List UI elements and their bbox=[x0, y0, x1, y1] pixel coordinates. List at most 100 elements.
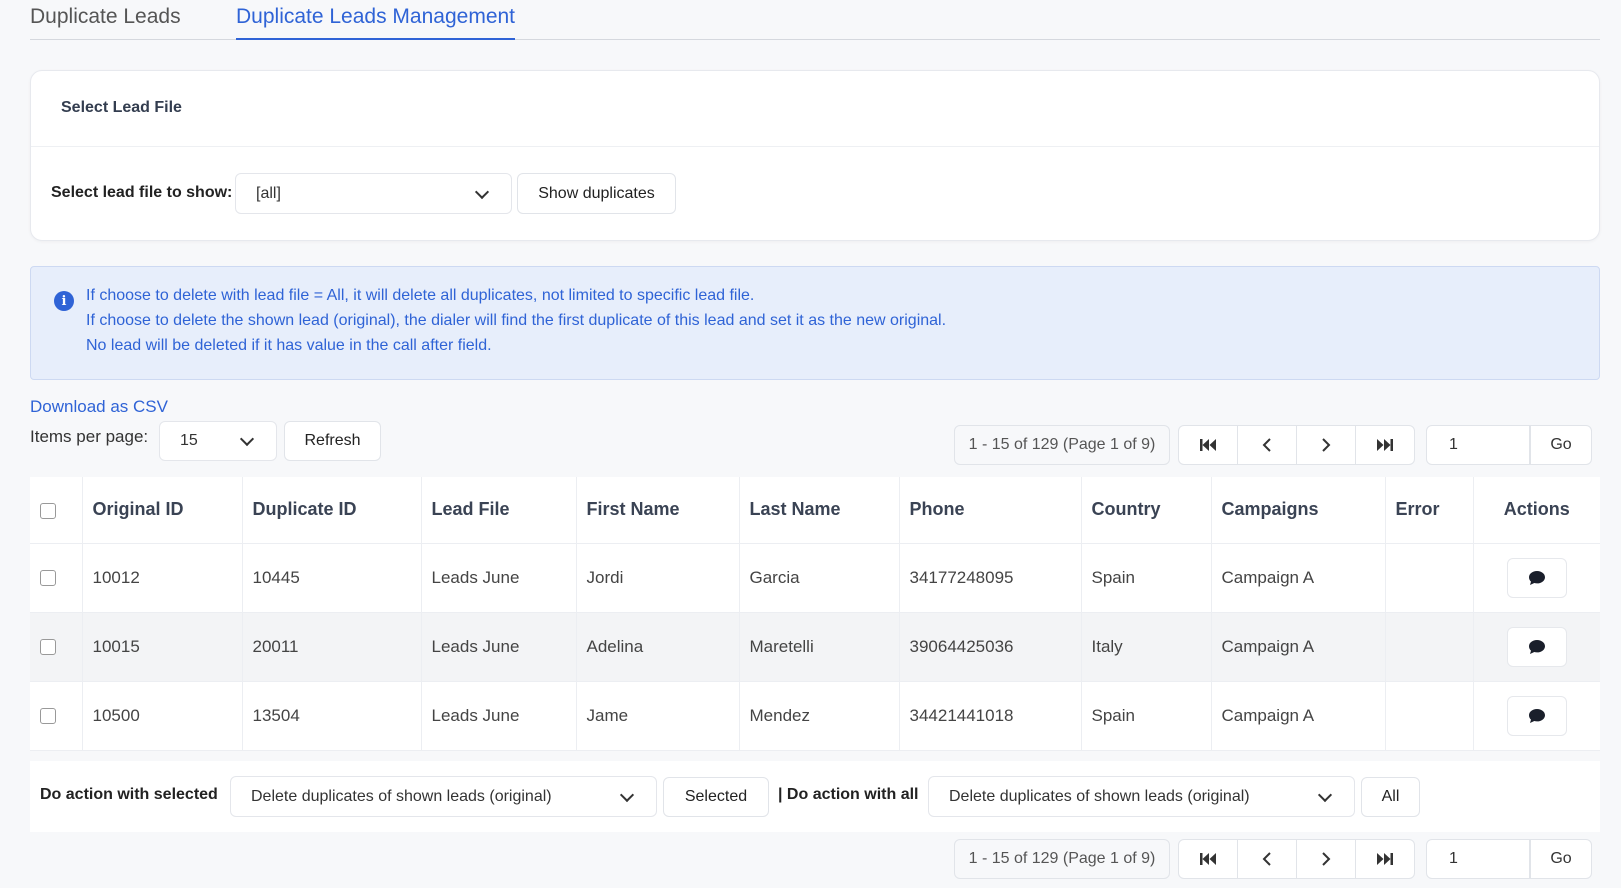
go-button[interactable]: Go bbox=[1530, 425, 1592, 465]
col-last-name[interactable]: Last Name bbox=[739, 477, 900, 544]
info-alert: i If choose to delete with lead file = A… bbox=[30, 266, 1600, 380]
cell-last-name: Garcia bbox=[739, 543, 900, 613]
action-all-select[interactable]: Delete duplicates of shown leads (origin… bbox=[928, 776, 1355, 817]
lead-file-label: Select lead file to show: bbox=[51, 184, 233, 201]
card-title: Select Lead File bbox=[31, 71, 1599, 147]
chevron-right-icon bbox=[1322, 438, 1331, 452]
select-all-checkbox[interactable] bbox=[40, 502, 56, 519]
last-page-button[interactable] bbox=[1355, 425, 1415, 465]
col-country[interactable]: Country bbox=[1081, 477, 1212, 544]
cell-duplicate-id: 13504 bbox=[242, 681, 422, 751]
prev-page-button-bottom[interactable] bbox=[1237, 839, 1297, 879]
refresh-button[interactable]: Refresh bbox=[284, 421, 381, 461]
tab-duplicate-leads[interactable]: Duplicate Leads bbox=[30, 5, 181, 38]
col-lead-file[interactable]: Lead File bbox=[421, 477, 577, 544]
cell-phone: 34421441018 bbox=[899, 681, 1082, 751]
col-campaigns[interactable]: Campaigns bbox=[1211, 477, 1386, 544]
chevron-left-icon bbox=[1262, 438, 1271, 452]
download-csv-link[interactable]: Download as CSV bbox=[30, 397, 168, 417]
col-phone[interactable]: Phone bbox=[899, 477, 1082, 544]
tab-bar: Duplicate Leads Duplicate Leads Manageme… bbox=[30, 0, 1600, 40]
chevron-down-icon bbox=[474, 184, 490, 199]
row-checkbox[interactable] bbox=[40, 570, 56, 587]
lead-file-select[interactable]: [all] bbox=[235, 173, 512, 214]
first-page-icon bbox=[1200, 439, 1216, 451]
comment-button[interactable] bbox=[1506, 557, 1567, 598]
chevron-left-icon bbox=[1262, 852, 1271, 866]
table-row: 10500 13504 Leads June Jame Mendez 34421… bbox=[30, 681, 1600, 751]
comment-button[interactable] bbox=[1506, 626, 1567, 667]
col-first-name[interactable]: First Name bbox=[576, 477, 740, 544]
tab-duplicate-leads-management[interactable]: Duplicate Leads Management bbox=[236, 5, 516, 40]
chevron-right-icon bbox=[1322, 852, 1331, 866]
chevron-down-icon bbox=[239, 431, 255, 447]
chat-bubble-icon bbox=[1528, 708, 1545, 723]
first-page-icon bbox=[1200, 853, 1216, 865]
next-page-button-bottom[interactable] bbox=[1296, 839, 1356, 879]
table-row: 10015 20011 Leads June Adelina Maretelli… bbox=[30, 612, 1600, 682]
cell-phone: 39064425036 bbox=[899, 612, 1082, 682]
cell-error bbox=[1385, 681, 1474, 751]
cell-last-name: Maretelli bbox=[739, 612, 900, 682]
col-error[interactable]: Error bbox=[1385, 477, 1474, 544]
col-duplicate-id[interactable]: Duplicate ID bbox=[242, 477, 422, 544]
comment-button[interactable] bbox=[1506, 695, 1567, 736]
chevron-down-icon bbox=[619, 787, 635, 802]
col-original-id[interactable]: Original ID bbox=[82, 477, 243, 544]
apply-selected-button[interactable]: Selected bbox=[663, 777, 769, 817]
row-checkbox[interactable] bbox=[40, 639, 56, 656]
info-line-1: If choose to delete with lead file = All… bbox=[86, 287, 755, 304]
cell-error bbox=[1385, 612, 1474, 682]
apply-all-button[interactable]: All bbox=[1361, 777, 1420, 817]
action-selected-value: Delete duplicates of shown leads (origin… bbox=[251, 787, 552, 805]
table-header-row: Original ID Duplicate ID Lead File First… bbox=[30, 477, 1600, 544]
page-number-input-bottom[interactable] bbox=[1426, 839, 1530, 879]
page-number-input[interactable] bbox=[1426, 425, 1530, 465]
cell-lead-file: Leads June bbox=[421, 681, 577, 751]
info-icon: i bbox=[54, 291, 74, 311]
go-button-bottom[interactable]: Go bbox=[1530, 839, 1592, 879]
cell-lead-file: Leads June bbox=[421, 612, 577, 682]
cell-country: Spain bbox=[1081, 681, 1212, 751]
first-page-button-bottom[interactable] bbox=[1178, 839, 1238, 879]
cell-first-name: Jame bbox=[576, 681, 740, 751]
items-per-page-select[interactable]: 15 bbox=[159, 421, 277, 461]
cell-original-id: 10500 bbox=[82, 681, 243, 751]
chat-bubble-icon bbox=[1528, 639, 1545, 654]
select-all-cell bbox=[30, 477, 83, 544]
select-lead-file-card: Select Lead File Select lead file to sho… bbox=[30, 70, 1600, 241]
cell-campaigns: Campaign A bbox=[1211, 543, 1386, 613]
last-page-icon bbox=[1377, 853, 1393, 865]
chevron-down-icon bbox=[1317, 787, 1333, 802]
items-per-page-label: Items per page: bbox=[30, 427, 149, 446]
row-checkbox[interactable] bbox=[40, 708, 56, 725]
lead-file-selected-value: [all] bbox=[256, 184, 281, 202]
pager-summary-bottom: 1 - 15 of 129 (Page 1 of 9) bbox=[954, 839, 1170, 879]
action-selected-select[interactable]: Delete duplicates of shown leads (origin… bbox=[230, 776, 657, 817]
last-page-button-bottom[interactable] bbox=[1355, 839, 1415, 879]
prev-page-button[interactable] bbox=[1237, 425, 1297, 465]
cell-country: Italy bbox=[1081, 612, 1212, 682]
table-row: 10012 10445 Leads June Jordi Garcia 3417… bbox=[30, 543, 1600, 613]
cell-duplicate-id: 20011 bbox=[242, 612, 422, 682]
action-selected-label: Do action with selected bbox=[40, 786, 218, 803]
action-all-value: Delete duplicates of shown leads (origin… bbox=[949, 787, 1250, 805]
next-page-button[interactable] bbox=[1296, 425, 1356, 465]
cell-phone: 34177248095 bbox=[899, 543, 1082, 613]
cell-country: Spain bbox=[1081, 543, 1212, 613]
cell-campaigns: Campaign A bbox=[1211, 681, 1386, 751]
cell-error bbox=[1385, 543, 1474, 613]
pager-summary: 1 - 15 of 129 (Page 1 of 9) bbox=[954, 425, 1170, 465]
bulk-action-bar: Do action with selected Delete duplicate… bbox=[30, 761, 1600, 832]
cell-last-name: Mendez bbox=[739, 681, 900, 751]
cell-first-name: Jordi bbox=[576, 543, 740, 613]
cell-original-id: 10012 bbox=[82, 543, 243, 613]
action-all-label: | Do action with all bbox=[778, 786, 919, 803]
show-duplicates-button[interactable]: Show duplicates bbox=[517, 173, 676, 214]
cell-lead-file: Leads June bbox=[421, 543, 577, 613]
chat-bubble-icon bbox=[1528, 570, 1545, 585]
first-page-button[interactable] bbox=[1178, 425, 1238, 465]
cell-campaigns: Campaign A bbox=[1211, 612, 1386, 682]
items-per-page-value: 15 bbox=[180, 432, 198, 449]
info-line-2: If choose to delete the shown lead (orig… bbox=[86, 312, 947, 329]
